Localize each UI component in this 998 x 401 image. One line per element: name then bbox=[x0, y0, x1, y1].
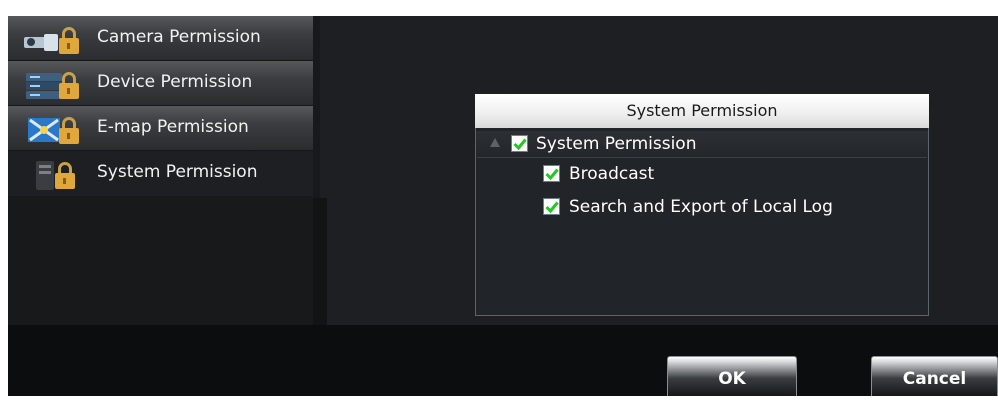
panel-header: System Permission bbox=[475, 94, 929, 128]
tree-item-label: Search and Export of Local Log bbox=[569, 197, 833, 217]
cancel-button[interactable]: Cancel bbox=[871, 356, 998, 396]
ok-button[interactable]: OK bbox=[667, 356, 797, 396]
footer-bar bbox=[8, 325, 998, 396]
permission-dialog: Camera Permission Device Permission E-ma… bbox=[8, 16, 998, 396]
system-lock-icon bbox=[36, 161, 75, 190]
sidebar-item-label: Device Permission bbox=[97, 72, 253, 92]
checkmark-icon bbox=[545, 168, 559, 181]
root-checkbox[interactable] bbox=[511, 135, 528, 152]
tree-root-label: System Permission bbox=[536, 134, 697, 154]
sidebar-item-label: System Permission bbox=[97, 162, 258, 182]
row-divider bbox=[477, 157, 927, 158]
device-lock-icon bbox=[26, 72, 79, 99]
tree-child-broadcast[interactable]: Broadcast bbox=[476, 161, 928, 187]
tree-child-search-export-log[interactable]: Search and Export of Local Log bbox=[476, 194, 928, 220]
content-divider bbox=[313, 198, 327, 325]
sidebar-item-label: Camera Permission bbox=[97, 27, 261, 47]
sidebar-item-emap-permission[interactable]: E-map Permission bbox=[8, 106, 313, 151]
checkmark-icon bbox=[513, 138, 527, 151]
camera-lock-icon bbox=[24, 27, 79, 54]
sidebar-item-label: E-map Permission bbox=[97, 117, 249, 137]
emap-lock-icon bbox=[28, 117, 79, 144]
collapse-triangle-icon[interactable] bbox=[490, 138, 500, 147]
sidebar-item-system-permission[interactable]: System Permission bbox=[8, 151, 313, 196]
broadcast-checkbox[interactable] bbox=[543, 165, 560, 182]
sidebar-item-camera-permission[interactable]: Camera Permission bbox=[8, 16, 313, 61]
permission-sidebar: Camera Permission Device Permission E-ma… bbox=[8, 16, 320, 325]
permission-panel: System Permission System Permission Broa… bbox=[475, 94, 929, 316]
sidebar-item-device-permission[interactable]: Device Permission bbox=[8, 61, 313, 106]
tree-root-row[interactable]: System Permission bbox=[476, 131, 928, 157]
checkmark-icon bbox=[545, 201, 559, 214]
tree-item-label: Broadcast bbox=[569, 164, 655, 184]
search-export-log-checkbox[interactable] bbox=[543, 198, 560, 215]
